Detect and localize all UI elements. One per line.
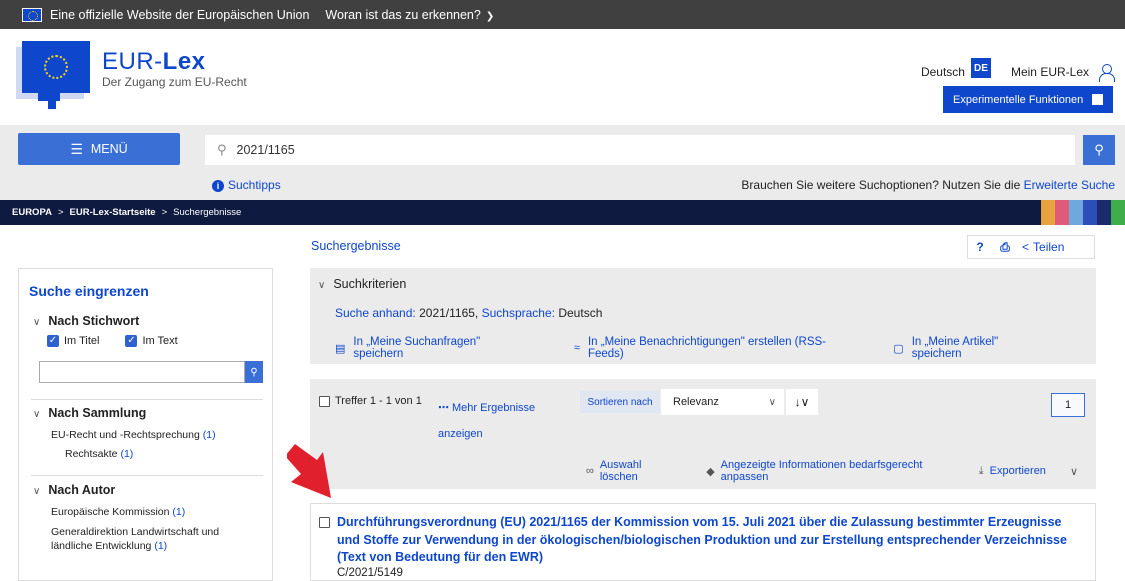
share-button[interactable]: < Teilen xyxy=(1018,240,1064,254)
sort-down-icon: ↓∨ xyxy=(794,395,810,409)
refine-search-panel: Suche eingrenzen ∨ Nach Stichwort ✓ Im Ti… xyxy=(18,268,273,581)
advanced-search-prompt: Brauchen Sie weitere Suchoptionen? Nutze… xyxy=(741,178,1115,192)
help-icon[interactable]: ? xyxy=(968,240,992,254)
search-icon: ⚲ xyxy=(1094,142,1104,157)
menu-button[interactable]: ☰ MENÜ xyxy=(18,133,180,165)
unlink-icon: ∞ xyxy=(586,465,594,477)
share-icon: < xyxy=(1022,240,1030,254)
keyword-section-toggle[interactable]: ∨ Nach Stichwort xyxy=(33,314,139,328)
experimental-checkbox[interactable] xyxy=(1092,94,1103,105)
sort-direction-button[interactable]: ↓∨ xyxy=(786,389,818,415)
eu-official-text: Eine offizielle Website der Europäischen… xyxy=(50,7,310,22)
rss-icon: ≈ xyxy=(573,342,580,354)
site-header: EUR-Lex Der Zugang zum EU-Recht Deutsch … xyxy=(0,29,1125,125)
results-toolbar: Treffer 1 - 1 von 1 ⋯ Mehr Ergebnisse anze… xyxy=(310,379,1096,489)
chevron-down-icon: ∨ xyxy=(33,409,41,420)
result-item: Durchführungsverordnung (EU) 2021/1165 d… xyxy=(310,503,1096,581)
keyword-input[interactable] xyxy=(39,361,245,383)
site-name[interactable]: EUR-Lex xyxy=(102,48,206,76)
search-input[interactable]: ⚲ 2021/1165 xyxy=(205,135,1075,165)
site-tagline: Der Zugang zum EU-Recht xyxy=(102,75,247,89)
select-all-checkbox[interactable] xyxy=(319,395,330,407)
language-selector[interactable]: Deutsch xyxy=(921,65,965,79)
breadcrumb-current: Suchergebnisse xyxy=(173,207,242,218)
experimental-features-toggle[interactable]: Experimentelle Funktionen xyxy=(943,86,1113,113)
customize-display-link[interactable]: ◆ Angezeigte Informationen bedarfsgerecht… xyxy=(706,459,961,483)
collection-section-toggle[interactable]: ∨ Nach Sammlung xyxy=(33,406,146,420)
criteria-summary: Suche anhand: 2021/1165, Suchsprache: De… xyxy=(335,306,603,320)
keyword-search-button[interactable]: ⚲ xyxy=(245,361,263,383)
result-id: C/2021/5149 xyxy=(337,567,403,579)
floppy-icon: ▤ xyxy=(335,342,346,355)
result-checkbox[interactable] xyxy=(319,517,330,528)
chevron-right-icon: > xyxy=(161,207,168,218)
breadcrumb: EUROPA > EUR-Lex-Startseite > Suchergebn… xyxy=(0,200,1125,225)
breadcrumb-home[interactable]: EUR-Lex-Startseite xyxy=(70,207,156,218)
chevron-down-icon: ∨ xyxy=(33,486,41,497)
facet-item[interactable]: Europäische Kommission (1) xyxy=(51,505,185,519)
chevron-right-icon: > xyxy=(57,207,64,218)
facet-item[interactable]: Generaldirektion Landwirtschaft und ländl… xyxy=(51,525,219,553)
refine-title: Suche eingrenzen xyxy=(29,283,149,299)
eu-flag-icon xyxy=(22,7,42,22)
more-icon: ⋯ xyxy=(438,402,449,414)
search-bar-area: ☰ MENÜ ⚲ 2021/1165 ⚲ i Suchtipps Brauchen … xyxy=(0,125,1125,200)
sort-select[interactable]: Relevanz ∨ xyxy=(661,389,784,415)
in-title-checkbox[interactable]: ✓ xyxy=(47,335,59,347)
chevron-down-icon: ∨ xyxy=(33,317,41,328)
search-icon: ⚲ xyxy=(250,366,258,378)
hamburger-icon: ☰ xyxy=(70,140,83,157)
search-icon: ⚲ xyxy=(217,142,227,157)
search-criteria-panel: ∨ Suchkriterien Suche anhand: 2021/1165, … xyxy=(310,268,1096,364)
clear-selection-link[interactable]: ∞ Auswahl löschen xyxy=(586,459,688,483)
facet-item[interactable]: Rechtsakte (1) xyxy=(65,447,133,461)
chevron-down-icon: ∨ xyxy=(1069,465,1078,478)
create-alert-link[interactable]: ≈ In „Meine Benachrichtigungen" erstellen… xyxy=(574,336,861,360)
author-section-toggle[interactable]: ∨ Nach Autor xyxy=(33,483,115,497)
facet-item[interactable]: EU-Recht und -Rechtsprechung (1) xyxy=(51,428,216,442)
sort-label: Sortieren nach xyxy=(580,391,660,413)
hits-count: Treffer 1 - 1 von 1 xyxy=(335,395,422,407)
info-icon: i xyxy=(212,180,224,192)
download-icon: ⤓ xyxy=(978,464,984,477)
search-tips-link[interactable]: i Suchtipps xyxy=(212,178,281,192)
in-text-checkbox[interactable]: ✓ xyxy=(125,335,138,347)
chevron-down-icon: ❯ xyxy=(485,10,495,22)
in-title-label: Im Titel xyxy=(64,335,100,347)
red-arrow-annotation xyxy=(287,444,331,498)
breadcrumb-europa[interactable]: EUROPA xyxy=(12,207,52,218)
in-text-label: Im Text xyxy=(142,335,178,347)
save-article-link[interactable]: ▢ In „Meine Artikel" speichern xyxy=(893,336,1064,360)
my-eurlex-link[interactable]: Mein EUR-Lex xyxy=(1011,65,1089,79)
advanced-search-link[interactable]: Erweiterte Suche xyxy=(1024,178,1115,192)
language-code-badge[interactable]: DE xyxy=(970,58,991,78)
search-button[interactable]: ⚲ xyxy=(1083,135,1115,165)
page-number-button[interactable]: 1 xyxy=(1051,393,1085,417)
eu-official-bar: Eine offizielle Website der Europäischen… xyxy=(0,0,1125,29)
more-results-link[interactable]: ⋯ Mehr Ergebnisse anzeigen xyxy=(438,395,535,447)
bookmark-icon: ▢ xyxy=(893,342,904,355)
export-dropdown[interactable]: ⤓ Exportieren ∨ xyxy=(979,459,1078,483)
recognize-toggle[interactable]: Woran ist das zu erkennen? ❯ xyxy=(325,8,494,22)
save-query-link[interactable]: ▤ In „Meine Suchanfragen" speichern xyxy=(335,336,542,360)
tag-icon: ◆ xyxy=(706,465,715,478)
eur-lex-logo-icon[interactable] xyxy=(22,41,90,93)
print-icon[interactable]: ⎙ xyxy=(992,240,1018,255)
user-icon[interactable] xyxy=(1099,64,1115,82)
results-heading: Suchergebnisse xyxy=(311,239,401,253)
criteria-toggle[interactable]: ∨ Suchkriterien xyxy=(318,277,406,291)
color-stripes xyxy=(1041,200,1125,225)
page-tools: ? ⎙ < Teilen xyxy=(967,235,1095,259)
result-title-link[interactable]: Durchführungsverordnung (EU) 2021/1165 d… xyxy=(337,514,1072,567)
chevron-down-icon: ∨ xyxy=(318,280,326,291)
chevron-down-icon: ∨ xyxy=(768,396,776,408)
